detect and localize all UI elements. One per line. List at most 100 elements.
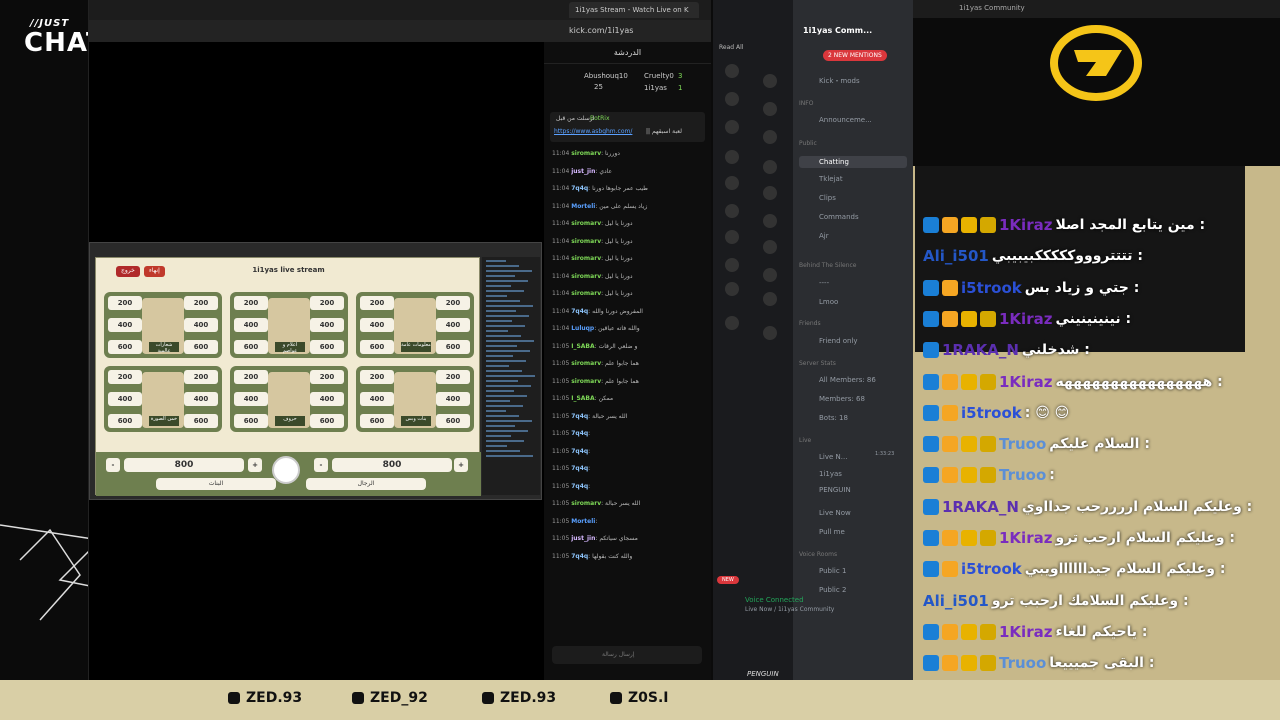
channel-category[interactable]: Server Stats [799,360,836,367]
message-user[interactable]: 7q4q [571,413,588,420]
channel-item[interactable]: Public 2 [799,586,846,594]
pinned-message[interactable]: BotRix ارسلت من قبل https://www.asbghm.c… [550,112,705,142]
message-user[interactable]: Morteli [571,518,595,525]
server-icon[interactable] [725,150,739,164]
server-icon[interactable] [763,268,777,282]
points-button[interactable]: 200 [310,370,344,384]
points-button[interactable]: 600 [234,340,268,354]
message-user[interactable]: siromarv [571,500,601,507]
message-user[interactable]: siromarv [571,290,601,297]
points-button[interactable]: 600 [310,340,344,354]
server-icon[interactable] [725,258,739,272]
points-button[interactable]: 400 [234,392,268,406]
chat-input[interactable]: إرسال رسالة [552,646,702,664]
points-button[interactable]: 400 [310,392,344,406]
message-user[interactable]: I_SABA [571,343,594,350]
message-user[interactable]: siromarv [571,273,601,280]
points-button[interactable]: 400 [108,392,142,406]
points-button[interactable]: 600 [108,340,142,354]
server-icon[interactable] [725,316,739,330]
server-icon[interactable] [725,176,739,190]
channel-item[interactable]: Chatting [799,156,907,168]
message-user[interactable]: Luluqp [571,325,594,332]
server-icon[interactable] [763,292,777,306]
right-plus-button[interactable]: + [454,458,468,472]
message-user[interactable]: siromarv [571,238,601,245]
points-button[interactable]: 200 [360,296,394,310]
right-minus-button[interactable]: - [314,458,328,472]
points-button[interactable]: 600 [360,340,394,354]
points-button[interactable]: 200 [234,296,268,310]
channel-item[interactable]: Public 1 [799,567,846,575]
points-button[interactable]: 600 [436,340,470,354]
server-icon[interactable] [725,230,739,244]
points-button[interactable]: 200 [108,370,142,384]
server-icon[interactable] [763,74,777,88]
points-button[interactable]: 400 [184,392,218,406]
server-icon[interactable] [725,204,739,218]
read-all-button[interactable]: Read All [719,44,743,51]
mentions-badge[interactable]: 2 NEW MENTIONS [823,50,887,61]
points-button[interactable]: 200 [184,370,218,384]
points-button[interactable]: 400 [360,392,394,406]
pinned-link[interactable]: https://www.asbghm.com/ [554,128,632,135]
points-button[interactable]: 400 [436,318,470,332]
message-user[interactable]: siromarv [571,150,601,157]
url-text[interactable]: kick.com/1i1yas [569,26,633,35]
message-user[interactable]: 7q4q [571,483,588,490]
points-button[interactable]: 600 [436,414,470,428]
server-icon[interactable] [763,326,777,340]
channel-item[interactable]: Friend only [799,337,858,345]
points-button[interactable]: 400 [108,318,142,332]
server-icon[interactable] [763,214,777,228]
channel-item[interactable]: Clips [799,194,836,202]
channel-item[interactable]: Commands [799,213,859,221]
channel-item[interactable]: Live Now [799,509,851,517]
server-icon[interactable] [725,92,739,106]
message-user[interactable]: I_SABA [571,395,594,402]
points-button[interactable]: 400 [360,318,394,332]
server-icon[interactable] [763,240,777,254]
channel-category[interactable]: Voice Rooms [799,551,837,558]
message-user[interactable]: just_jin [571,535,595,542]
message-user[interactable]: siromarv [571,378,601,385]
points-button[interactable]: 600 [360,414,394,428]
message-user[interactable]: Morteli [571,203,595,210]
points-button[interactable]: 400 [436,392,470,406]
server-name[interactable]: 1i1yas Comm... [803,26,872,35]
points-button[interactable]: 200 [184,296,218,310]
channel-item[interactable]: Announceme... [799,116,872,124]
points-button[interactable]: 400 [184,318,218,332]
channel-item[interactable]: PENGUIN [799,486,851,494]
points-button[interactable]: 200 [436,370,470,384]
channel-item[interactable]: Kick・mods [799,76,860,86]
points-button[interactable]: 600 [184,414,218,428]
message-user[interactable]: 7q4q [571,553,588,560]
channel-item[interactable]: Lmoo [799,298,838,306]
channel-category[interactable]: Public [799,140,817,147]
message-user[interactable]: 7q4q [571,448,588,455]
points-button[interactable]: 400 [234,318,268,332]
left-minus-button[interactable]: - [106,458,120,472]
points-button[interactable]: 600 [108,414,142,428]
message-user[interactable]: 7q4q [571,308,588,315]
points-button[interactable]: 200 [108,296,142,310]
channel-item[interactable]: Live N... [799,453,847,461]
left-plus-button[interactable]: + [248,458,262,472]
server-icon[interactable] [763,186,777,200]
channel-item[interactable]: All Members: 86 [799,376,876,384]
message-user[interactable]: 7q4q [571,465,588,472]
message-user[interactable]: just_jin [571,168,595,175]
channel-item[interactable]: Pull me [799,528,845,536]
channel-item[interactable]: Tklejat [799,175,843,183]
server-icon[interactable] [725,282,739,296]
channel-category[interactable]: INFO [799,100,813,107]
browser-tab[interactable]: 1i1yas Stream - Watch Live on K [569,2,699,18]
points-button[interactable]: 400 [310,318,344,332]
message-user[interactable]: siromarv [571,220,601,227]
channel-category[interactable]: Behind The Silence [799,262,857,269]
server-icon[interactable] [725,120,739,134]
points-button[interactable]: 600 [234,414,268,428]
server-icon[interactable] [725,64,739,78]
server-icon[interactable] [763,160,777,174]
